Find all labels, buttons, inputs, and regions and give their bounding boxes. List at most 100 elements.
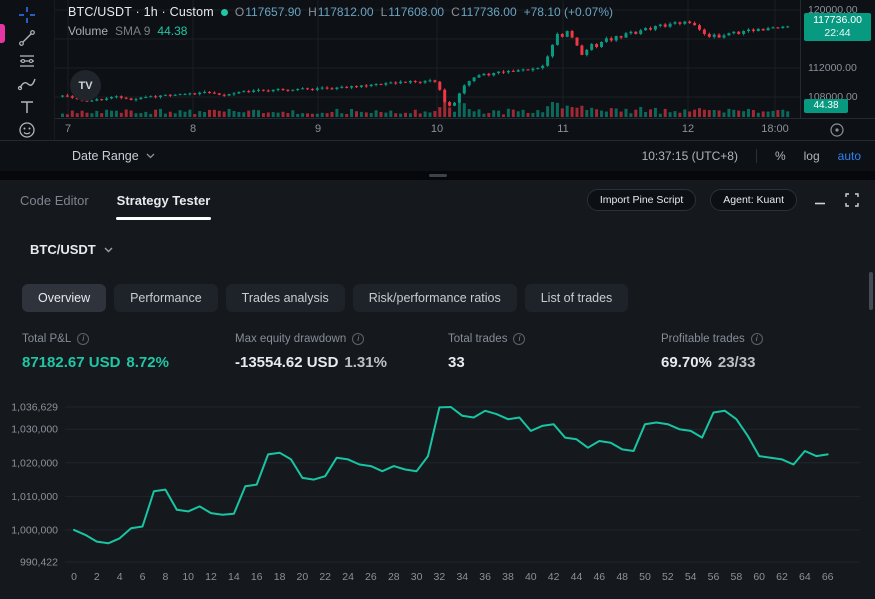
ohlc-value: 117657.90 <box>245 5 301 19</box>
agent-button[interactable]: Agent: Kuant <box>710 189 797 211</box>
log-scale-button[interactable]: log <box>804 149 820 163</box>
info-icon[interactable]: i <box>352 333 364 345</box>
volume-sma-label: SMA 9 <box>115 24 150 38</box>
crosshair-icon[interactable] <box>9 5 45 25</box>
clock-button[interactable]: 10:37:15 (UTC+8) <box>642 149 738 163</box>
minimize-panel-icon[interactable] <box>811 191 829 209</box>
svg-text:990,422: 990,422 <box>20 557 58 569</box>
svg-text:50: 50 <box>639 571 651 583</box>
info-icon[interactable]: i <box>77 333 89 345</box>
stat-value: 69.70%23/33 <box>661 354 763 371</box>
text-tool-icon[interactable] <box>9 97 45 117</box>
trend-line-icon[interactable] <box>9 28 45 48</box>
panel-header: Code Editor Strategy Tester Import Pine S… <box>0 180 875 220</box>
chart-footer-bar: Date Range 10:37:15 (UTC+8) % log auto <box>0 140 875 171</box>
svg-text:1,000,000: 1,000,000 <box>11 524 58 536</box>
report-tab-trades-analysis[interactable]: Trades analysis <box>226 284 345 312</box>
last-price-badge: 117736.00 22:44 <box>804 13 871 41</box>
panel-resize-handle[interactable] <box>0 171 875 180</box>
bar-countdown: 22:44 <box>804 27 871 40</box>
stat-label-text: Total P&L <box>22 333 71 345</box>
symbol-title[interactable]: BTC/USDT · 1h · Custom <box>68 5 214 19</box>
volume-label: Volume <box>68 24 108 38</box>
equity-curve-chart[interactable]: 1,036,6291,030,0001,020,0001,010,0001,00… <box>0 392 875 597</box>
change-value: +78.10 (+0.07%) <box>524 5 613 19</box>
svg-text:32: 32 <box>434 571 446 583</box>
svg-text:1,030,000: 1,030,000 <box>11 424 58 436</box>
svg-text:4: 4 <box>117 571 123 583</box>
volume-legend[interactable]: Volume SMA 9 44.38 <box>68 24 613 38</box>
svg-text:18: 18 <box>274 571 286 583</box>
report-tabs: Overview Performance Trades analysis Risk/p… <box>22 284 628 312</box>
stat-profitable-trades: Profitable tradesi69.70%23/33 <box>661 333 763 371</box>
info-icon[interactable]: i <box>751 333 763 345</box>
ohlc-value: 117736.00 <box>461 5 517 19</box>
panel-tab-code-editor[interactable]: Code Editor <box>20 193 89 208</box>
last-price: 117736.00 <box>804 14 871 27</box>
parallel-lines-icon[interactable] <box>9 51 45 71</box>
report-tab-risk-performance-ratios[interactable]: Risk/performance ratios <box>353 284 517 312</box>
ohlc-values: O117657.90H117812.00L117608.00C117736.00… <box>235 5 613 19</box>
time-tick: 10 <box>431 123 443 135</box>
svg-text:30: 30 <box>411 571 423 583</box>
svg-text:1,036,629: 1,036,629 <box>11 402 58 414</box>
time-tick: 8 <box>190 123 196 135</box>
brush-icon[interactable] <box>9 74 45 94</box>
svg-text:58: 58 <box>731 571 743 583</box>
expand-panel-icon[interactable] <box>843 191 861 209</box>
svg-text:28: 28 <box>388 571 400 583</box>
trading-platform-app: TV BTC/USDT · 1h · Custom O117657.90 H117… <box>0 0 875 599</box>
svg-text:38: 38 <box>502 571 514 583</box>
panel-tabs: Code Editor Strategy Tester <box>20 193 210 208</box>
report-tab-list-of-trades[interactable]: List of trades <box>525 284 629 312</box>
price-axis[interactable]: 117736.00 22:44 44.38 120000.00112000.00… <box>800 0 875 118</box>
stat-label-text: Max equity drawdown <box>235 333 346 345</box>
panel-scrollbar[interactable] <box>869 272 873 310</box>
stat-max-equity-drawdown: Max equity drawdown i -13554.62 USD1.31% <box>235 333 387 371</box>
ohlc-o: O117657.90 <box>235 5 301 19</box>
svg-text:22: 22 <box>319 571 331 583</box>
svg-text:0: 0 <box>71 571 77 583</box>
pink-edge-marker[interactable] <box>0 24 5 43</box>
drawing-toolbar <box>0 0 55 140</box>
svg-text:62: 62 <box>776 571 788 583</box>
import-pine-script-button[interactable]: Import Pine Script <box>587 189 696 211</box>
svg-text:44: 44 <box>571 571 583 583</box>
stat-value: -13554.62 USD1.31% <box>235 354 387 371</box>
info-icon[interactable]: i <box>513 333 525 345</box>
stat-label-text: Total trades <box>448 333 507 345</box>
svg-text:46: 46 <box>593 571 605 583</box>
ohlc-key: L <box>381 5 388 19</box>
stat-primary-value: -13554.62 USD <box>235 354 338 371</box>
time-tick: 12 <box>682 123 694 135</box>
svg-text:24: 24 <box>342 571 354 583</box>
axis-settings-icon[interactable] <box>829 122 845 138</box>
svg-text:52: 52 <box>662 571 674 583</box>
ohlc-value: 117812.00 <box>318 5 374 19</box>
date-range-selector[interactable]: Date Range <box>72 149 155 163</box>
ohlc-h: H117812.00 <box>308 5 374 19</box>
stat-secondary-value: 23/33 <box>718 354 756 371</box>
svg-text:2: 2 <box>94 571 100 583</box>
auto-scale-button[interactable]: auto <box>838 149 861 163</box>
panel-tab-strategy-tester[interactable]: Strategy Tester <box>117 193 211 208</box>
time-axis[interactable]: 78910111218:00 <box>55 118 875 140</box>
stat-label: Total P&L i <box>22 333 169 345</box>
volume-value: 44.38 <box>157 24 187 38</box>
svg-text:48: 48 <box>616 571 628 583</box>
market-status-dot <box>221 9 228 16</box>
price-chart[interactable]: TV BTC/USDT · 1h · Custom O117657.90 H117… <box>55 0 800 118</box>
stat-value: 33 <box>448 354 525 371</box>
report-tab-performance[interactable]: Performance <box>114 284 218 312</box>
svg-text:6: 6 <box>140 571 146 583</box>
emoji-tool-icon[interactable] <box>9 120 45 140</box>
stat-total-p-l: Total P&Li87182.67 USD8.72% <box>22 333 169 371</box>
svg-text:36: 36 <box>479 571 491 583</box>
report-tab-overview[interactable]: Overview <box>22 284 106 312</box>
date-range-label: Date Range <box>72 149 139 163</box>
svg-text:34: 34 <box>456 571 468 583</box>
tradingview-watermark-logo: TV <box>70 70 101 101</box>
symbol-selector[interactable]: BTC/USDT <box>30 242 113 257</box>
percent-scale-button[interactable]: % <box>775 149 786 163</box>
svg-text:20: 20 <box>297 571 309 583</box>
